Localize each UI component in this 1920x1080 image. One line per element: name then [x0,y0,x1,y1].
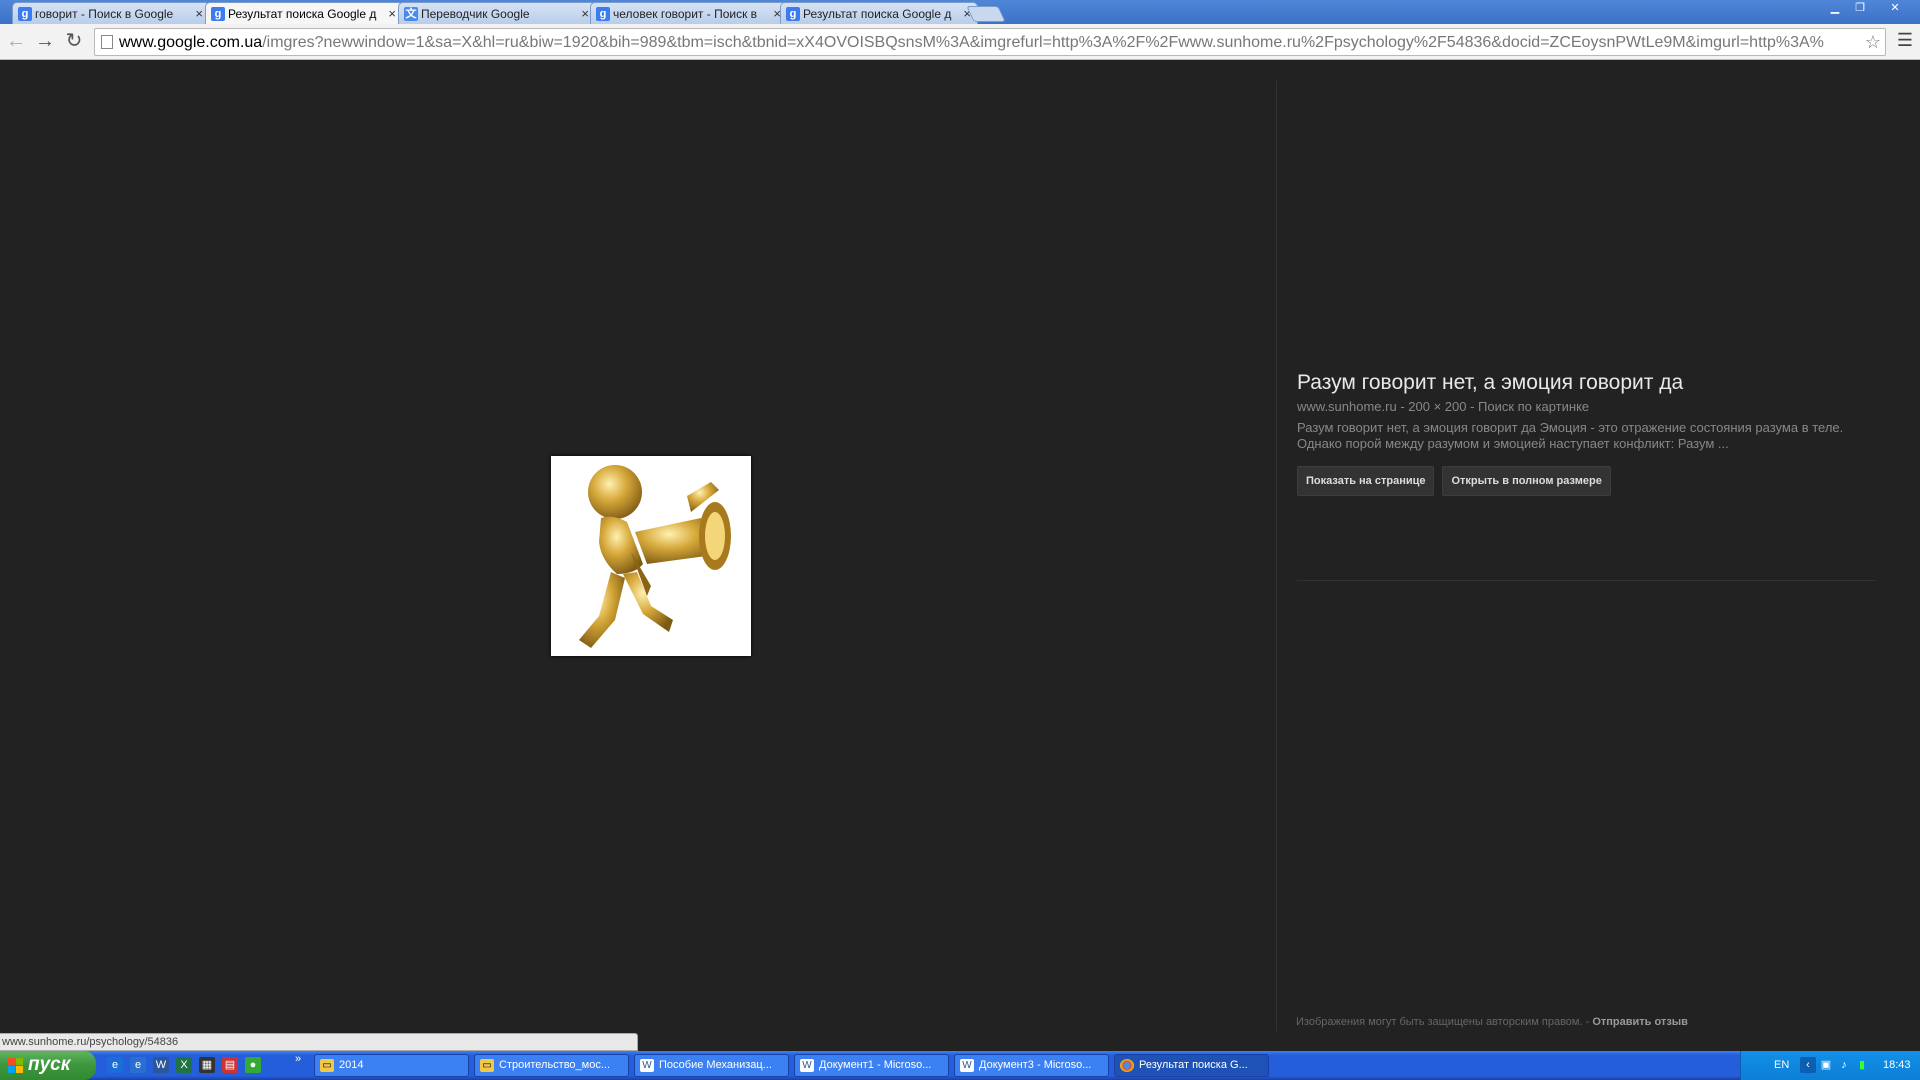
tab-0[interactable]: g говорит - Поиск в Google × [12,2,210,24]
tab-label: человек говорит - Поиск в [613,7,758,21]
task-label: Результат поиска G... [1139,1059,1248,1071]
close-icon[interactable]: × [388,6,396,21]
new-tab-button[interactable] [966,6,1006,22]
tab-2[interactable]: 文 Переводчик Google × [398,2,596,24]
word-icon: W [640,1059,654,1072]
google-icon: g [596,7,610,21]
language-indicator[interactable]: EN [1774,1059,1789,1071]
tab-label: Результат поиска Google д [228,7,377,21]
tab-label: Переводчик Google [421,7,530,21]
chrome-icon [1120,1059,1134,1072]
image-preview[interactable] [551,456,751,656]
close-window-icon[interactable]: ✕ [1884,2,1906,16]
word-quicklaunch-icon[interactable]: W [153,1057,169,1073]
taskbar-item[interactable]: W Документ1 - Microso... [794,1054,949,1077]
tray-expand-icon[interactable]: ‹ [1800,1057,1816,1073]
excel-quicklaunch-icon[interactable]: X [176,1057,192,1073]
tab-3[interactable]: g человек говорит - Поиск в × [590,2,788,24]
chevron-right-icon[interactable]: » [290,1051,306,1067]
translate-icon: 文 [404,7,418,21]
image-viewer: Разум говорит нет, а эмоция говорит да w… [0,61,1920,1051]
taskbar-item[interactable]: W Пособие Механизац... [634,1054,789,1077]
tab-4[interactable]: g Результат поиска Google д × [780,2,978,24]
app-quicklaunch-icon[interactable]: ▤ [222,1057,238,1073]
send-feedback-link[interactable]: Отправить отзыв [1592,1016,1688,1028]
copyright-notice: Изображения могут быть защищены авторски… [1296,1016,1583,1028]
status-url-bubble: www.sunhome.ru/psychology/54836 [0,1033,638,1051]
taskbar-item-active[interactable]: Результат поиска G... [1114,1054,1269,1077]
close-icon[interactable]: × [195,6,203,21]
tab-label: Результат поиска Google д [803,7,952,21]
image-meta: www.sunhome.ru - 200 × 200 - Поиск по ка… [1297,399,1590,414]
show-on-page-button[interactable]: Показать на странице [1297,466,1435,496]
google-icon: g [786,7,800,21]
tab-1[interactable]: g Результат поиска Google д × [205,2,403,25]
page-icon [101,35,113,49]
url-path: /imgres?newwindow=1&sa=X&hl=ru&biw=1920&… [262,34,1824,51]
forward-arrow-icon[interactable]: → [33,30,57,54]
signal-icon[interactable]: ▮ [1854,1057,1870,1073]
network-icon[interactable]: ▣ [1818,1057,1834,1073]
tab-strip: g говорит - Поиск в Google × g Результат… [0,0,1920,25]
bookmark-star-icon[interactable]: ☆ [1865,32,1881,53]
task-label: Документ1 - Microso... [819,1059,932,1071]
minimize-icon[interactable]: ▁ [1824,2,1846,16]
start-label: пуск [28,1054,71,1075]
golden-figure-megaphone-image [579,465,731,648]
media-quicklaunch-icon[interactable]: ▦ [199,1057,215,1073]
task-label: 2014 [339,1059,364,1071]
task-label: Документ3 - Microso... [979,1059,1092,1071]
windows-logo-icon [8,1058,24,1074]
reload-icon[interactable]: ↻ [62,30,86,54]
task-label: Пособие Механизац... [659,1059,772,1071]
browser-toolbar: ← → ↻ www.google.com.ua/imgres?newwindow… [0,24,1920,60]
info-divider [1297,580,1875,581]
image-info-panel: Разум говорит нет, а эмоция говорит да w… [1297,371,1877,496]
restore-icon[interactable]: ❐ [1849,2,1871,16]
url-text[interactable]: www.google.com.ua/imgres?newwindow=1&sa=… [119,34,1859,52]
start-button[interactable]: пуск [0,1051,96,1080]
windows-taskbar: пуск e e W X ▦ ▤ ● » ▭ 2014 ▭ Строительс… [0,1051,1920,1080]
footer-separator: - [1582,1016,1593,1028]
word-icon: W [960,1059,974,1072]
taskbar-item[interactable]: ▭ 2014 [314,1054,469,1077]
taskbar-item[interactable]: ▭ Строительство_мос... [474,1054,629,1077]
back-arrow-icon[interactable]: ← [4,30,28,54]
close-icon[interactable]: × [581,6,589,21]
menu-icon[interactable]: ☰ [1894,30,1916,54]
address-bar[interactable]: www.google.com.ua/imgres?newwindow=1&sa=… [94,28,1886,56]
green-app-quicklaunch-icon[interactable]: ● [245,1057,261,1073]
copyright-footer: Изображения могут быть защищены авторски… [1296,1016,1688,1028]
image-description: Разум говорит нет, а эмоция говорит да Э… [1297,420,1844,451]
task-label: Строительство_мос... [499,1059,611,1071]
google-icon: g [18,7,32,21]
clock: 18:43 [1883,1059,1911,1071]
folder-icon: ▭ [320,1059,334,1072]
url-host: www.google.com.ua [119,34,263,51]
ie-icon[interactable]: e [107,1057,123,1073]
image-title[interactable]: Разум говорит нет, а эмоция говорит да [1297,371,1877,395]
word-icon: W [800,1059,814,1072]
taskbar-item[interactable]: W Документ3 - Microso... [954,1054,1109,1077]
volume-icon[interactable]: ♪ [1836,1057,1852,1073]
panel-divider [1276,81,1277,1031]
tab-label: говорит - Поиск в Google [35,7,174,21]
folder-icon: ▭ [480,1059,494,1072]
google-icon: g [211,7,225,21]
ie-alt-icon[interactable]: e [130,1057,146,1073]
open-full-size-button[interactable]: Открыть в полном размере [1442,466,1611,496]
